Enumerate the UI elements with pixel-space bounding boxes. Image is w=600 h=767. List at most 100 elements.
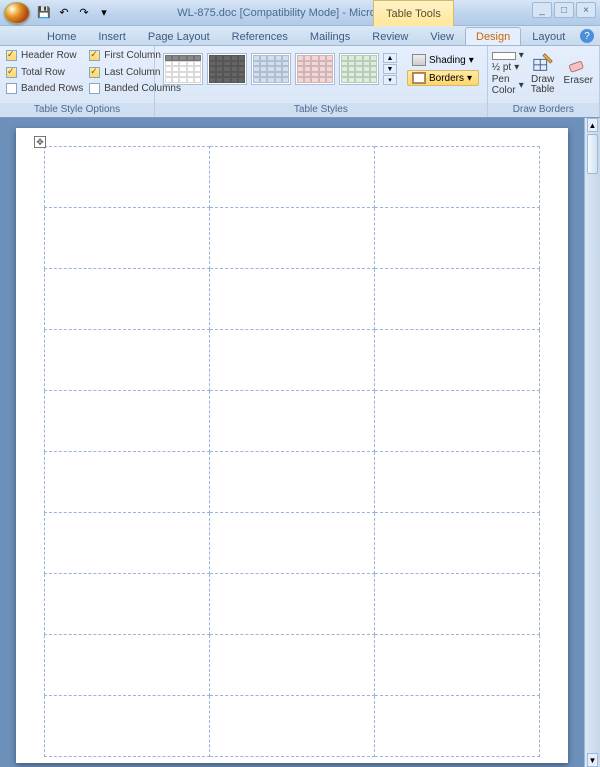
table-cell[interactable] bbox=[375, 391, 540, 452]
table-cell[interactable] bbox=[375, 574, 540, 635]
tab-references[interactable]: References bbox=[221, 27, 299, 45]
table-cell[interactable] bbox=[375, 635, 540, 696]
maximize-button[interactable]: □ bbox=[554, 2, 574, 18]
tab-layout[interactable]: Layout bbox=[521, 27, 576, 45]
table-cell[interactable] bbox=[375, 513, 540, 574]
line-style-dropdown[interactable]: ▾ bbox=[492, 50, 524, 61]
table-cell[interactable] bbox=[375, 208, 540, 269]
table-cell[interactable] bbox=[45, 330, 210, 391]
tab-mailings[interactable]: Mailings bbox=[299, 27, 361, 45]
table-cell[interactable] bbox=[375, 147, 540, 208]
help-icon[interactable]: ? bbox=[580, 29, 594, 43]
borders-button[interactable]: Borders▾ bbox=[407, 70, 479, 86]
table-cell[interactable] bbox=[210, 452, 375, 513]
tab-home[interactable]: Home bbox=[36, 27, 87, 45]
table-move-handle[interactable]: ✥ bbox=[34, 136, 46, 148]
tab-page-layout[interactable]: Page Layout bbox=[137, 27, 221, 45]
table-cell[interactable] bbox=[210, 574, 375, 635]
gallery-more[interactable]: ▾ bbox=[383, 75, 397, 85]
gallery-scroll-down[interactable]: ▼ bbox=[383, 64, 397, 74]
group-table-styles: ▲ ▼ ▾ Shading▾ Borders▾ Table Styles bbox=[155, 46, 488, 117]
chk-label: Total Row bbox=[21, 67, 65, 78]
gallery-scroll-up[interactable]: ▲ bbox=[383, 53, 397, 63]
chevron-down-icon: ▾ bbox=[469, 55, 474, 66]
table-cell[interactable] bbox=[375, 696, 540, 757]
table-cell[interactable] bbox=[210, 330, 375, 391]
tab-design[interactable]: Design bbox=[465, 27, 521, 45]
scroll-thumb[interactable] bbox=[587, 134, 598, 174]
draw-table-button[interactable]: Draw Table bbox=[528, 50, 558, 97]
save-icon[interactable]: 💾 bbox=[36, 5, 52, 21]
document-area: ✥ ▲ ▼ bbox=[0, 118, 600, 767]
chk-label: First Column bbox=[104, 50, 161, 61]
table-cell[interactable] bbox=[210, 635, 375, 696]
group-label: Table Styles bbox=[155, 103, 487, 117]
table-cell[interactable] bbox=[45, 635, 210, 696]
pen-label: Pen Color bbox=[492, 74, 516, 96]
chevron-down-icon: ▾ bbox=[519, 50, 524, 61]
table-cell[interactable] bbox=[45, 147, 210, 208]
line-weight-dropdown[interactable]: ½ pt▾ bbox=[492, 62, 524, 73]
table-cell[interactable] bbox=[210, 208, 375, 269]
table-cell[interactable] bbox=[45, 696, 210, 757]
table-cell[interactable] bbox=[210, 696, 375, 757]
btn-label: Shading bbox=[429, 55, 466, 66]
qat-customize-icon[interactable]: ▾ bbox=[96, 5, 112, 21]
table-cell[interactable] bbox=[45, 513, 210, 574]
table-styles-gallery: ▲ ▼ ▾ Shading▾ Borders▾ bbox=[159, 48, 483, 90]
chk-label: Header Row bbox=[21, 50, 77, 61]
scroll-down-button[interactable]: ▼ bbox=[587, 753, 598, 767]
page[interactable]: ✥ bbox=[16, 128, 568, 763]
table-cell[interactable] bbox=[210, 147, 375, 208]
weight-label: ½ pt bbox=[492, 62, 511, 73]
undo-icon[interactable]: ↶ bbox=[56, 5, 72, 21]
chevron-down-icon: ▾ bbox=[514, 62, 519, 73]
borders-icon bbox=[412, 72, 426, 84]
table-cell[interactable] bbox=[375, 330, 540, 391]
ribbon-tabs: Home Insert Page Layout References Maili… bbox=[0, 26, 600, 46]
minimize-button[interactable]: _ bbox=[532, 2, 552, 18]
table-cell[interactable] bbox=[45, 208, 210, 269]
tab-insert[interactable]: Insert bbox=[87, 27, 137, 45]
line-style-icon bbox=[492, 52, 516, 60]
table-cell[interactable] bbox=[45, 574, 210, 635]
table-cell[interactable] bbox=[375, 452, 540, 513]
style-thumb[interactable] bbox=[295, 53, 335, 85]
label-table[interactable] bbox=[44, 146, 540, 757]
redo-icon[interactable]: ↷ bbox=[76, 5, 92, 21]
table-cell[interactable] bbox=[210, 391, 375, 452]
group-table-style-options: Header Row First Column Total Row Last C… bbox=[0, 46, 155, 117]
style-thumb[interactable] bbox=[251, 53, 291, 85]
chevron-down-icon: ▾ bbox=[519, 80, 524, 91]
pen-color-dropdown[interactable]: Pen Color▾ bbox=[492, 74, 524, 96]
table-cell[interactable] bbox=[45, 452, 210, 513]
table-cell[interactable] bbox=[375, 269, 540, 330]
style-thumb[interactable] bbox=[207, 53, 247, 85]
tab-view[interactable]: View bbox=[419, 27, 465, 45]
shading-icon bbox=[412, 54, 426, 66]
group-draw-borders: ▾ ½ pt▾ Pen Color▾ Draw Table Eraser Dra… bbox=[488, 46, 600, 117]
table-cell[interactable] bbox=[45, 391, 210, 452]
chk-header-row[interactable]: Header Row bbox=[6, 50, 83, 61]
ribbon: Header Row First Column Total Row Last C… bbox=[0, 46, 600, 118]
btn-label: Draw Table bbox=[530, 75, 556, 95]
vertical-scrollbar[interactable]: ▲ ▼ bbox=[584, 118, 600, 767]
tab-review[interactable]: Review bbox=[361, 27, 419, 45]
style-thumb[interactable] bbox=[163, 53, 203, 85]
table-cell[interactable] bbox=[45, 269, 210, 330]
group-label: Draw Borders bbox=[488, 103, 599, 117]
scroll-up-button[interactable]: ▲ bbox=[587, 118, 598, 132]
eraser-button[interactable]: Eraser bbox=[562, 50, 595, 88]
style-thumb[interactable] bbox=[339, 53, 379, 85]
shading-button[interactable]: Shading▾ bbox=[407, 52, 479, 68]
eraser-icon bbox=[567, 52, 589, 74]
table-cell[interactable] bbox=[210, 269, 375, 330]
chk-banded-rows[interactable]: Banded Rows bbox=[6, 83, 83, 94]
table-cell[interactable] bbox=[210, 513, 375, 574]
office-button[interactable] bbox=[4, 2, 30, 24]
group-label: Table Style Options bbox=[0, 103, 154, 117]
close-button[interactable]: × bbox=[576, 2, 596, 18]
chk-total-row[interactable]: Total Row bbox=[6, 67, 83, 78]
table-tools-contextual-tab: Table Tools bbox=[373, 0, 454, 26]
chevron-down-icon: ▾ bbox=[467, 73, 472, 84]
